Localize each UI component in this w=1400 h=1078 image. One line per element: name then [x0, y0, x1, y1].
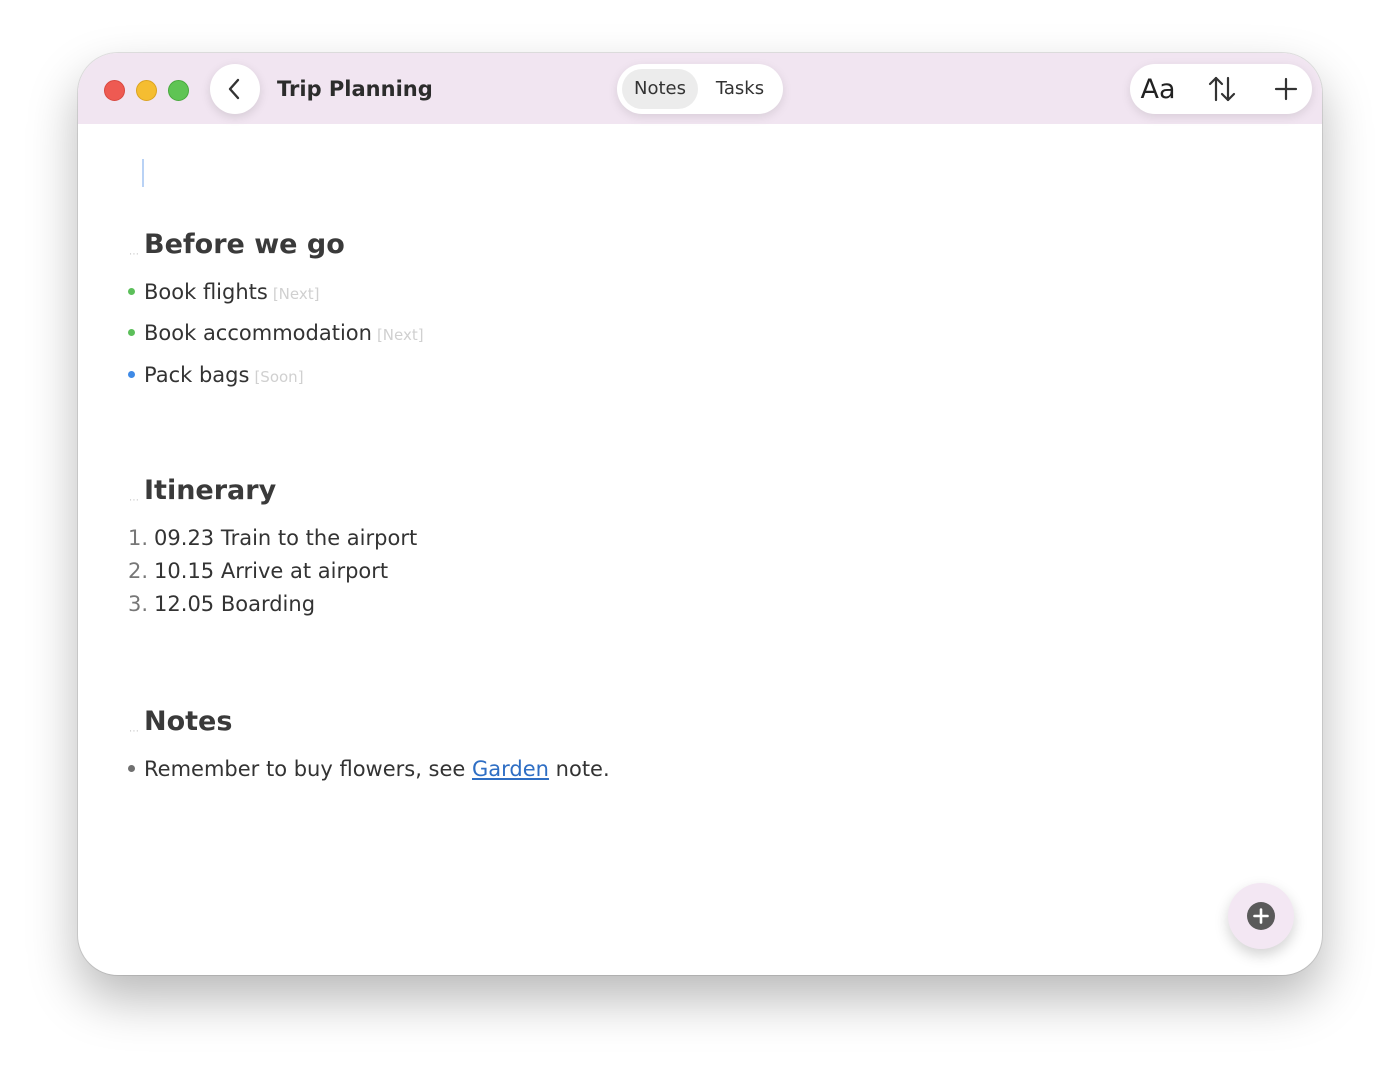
sort-arrows-icon: [1208, 76, 1236, 102]
title-bar: Trip Planning Notes Tasks Aa: [78, 53, 1322, 124]
back-button[interactable]: [210, 64, 260, 114]
page-title: Trip Planning: [277, 77, 433, 101]
list-number: 1.: [128, 526, 149, 550]
ordered-list-item[interactable]: 3. 12.05 Boarding: [128, 589, 315, 619]
list-item[interactable]: Pack bags [Soon]: [128, 360, 304, 390]
list-item[interactable]: Book accommodation [Next]: [128, 318, 424, 348]
sort-button[interactable]: [1194, 64, 1250, 114]
list-item-text-suffix: note.: [548, 757, 610, 781]
list-item-text: Remember to buy flowers, see: [144, 757, 473, 781]
heading-marker: ⋯: [129, 726, 139, 737]
list-item[interactable]: Book flights [Next]: [128, 277, 319, 307]
status-tag: [Next]: [376, 326, 424, 344]
list-item-text: 09.23 Train to the airport: [154, 526, 418, 550]
plus-circle-icon: [1247, 902, 1275, 930]
list-item[interactable]: Remember to buy flowers, see Garden note…: [128, 754, 610, 784]
garden-note-link[interactable]: Garden: [472, 757, 549, 781]
tab-notes[interactable]: Notes: [622, 69, 698, 109]
list-item-text: 10.15 Arrive at airport: [154, 559, 389, 583]
view-segmented-control: Notes Tasks: [617, 64, 783, 114]
list-item-text: 12.05 Boarding: [154, 592, 316, 616]
list-number: 2.: [128, 559, 149, 583]
bullet-dot: [128, 765, 135, 772]
toolbar-actions: Aa: [1130, 64, 1312, 114]
add-floating-button[interactable]: [1228, 883, 1294, 949]
section-heading-itinerary: Itinerary: [144, 475, 277, 506]
chevron-left-icon: [228, 78, 240, 100]
zoom-window-button[interactable]: [168, 80, 189, 101]
heading-marker: ⋯: [129, 495, 139, 506]
status-dot: [128, 288, 135, 295]
list-item-text: Pack bags: [144, 363, 250, 387]
heading-marker: ⋯: [129, 249, 139, 260]
section-heading-notes: Notes: [144, 706, 233, 737]
status-tag: [Soon]: [254, 368, 304, 386]
section-heading-before: Before we go: [144, 229, 345, 260]
status-dot: [128, 371, 135, 378]
font-style-button[interactable]: Aa: [1130, 64, 1186, 114]
ordered-list-item[interactable]: 1. 09.23 Train to the airport: [128, 523, 417, 553]
list-item-text: Book flights: [144, 280, 268, 304]
status-tag: [Next]: [272, 285, 320, 303]
ordered-list-item[interactable]: 2. 10.15 Arrive at airport: [128, 556, 388, 586]
tab-tasks[interactable]: Tasks: [703, 69, 777, 109]
close-window-button[interactable]: [104, 80, 125, 101]
list-number: 3.: [128, 592, 149, 616]
status-dot: [128, 329, 135, 336]
minimize-window-button[interactable]: [136, 80, 157, 101]
text-cursor: [142, 159, 144, 187]
plus-icon: [1274, 77, 1298, 101]
list-item-text: Book accommodation: [144, 321, 372, 345]
add-button[interactable]: [1258, 64, 1314, 114]
app-window: Trip Planning Notes Tasks Aa ⋯ Before we…: [78, 53, 1322, 975]
note-editor[interactable]: ⋯ Before we go Book flights [Next] Book a…: [78, 124, 1322, 975]
